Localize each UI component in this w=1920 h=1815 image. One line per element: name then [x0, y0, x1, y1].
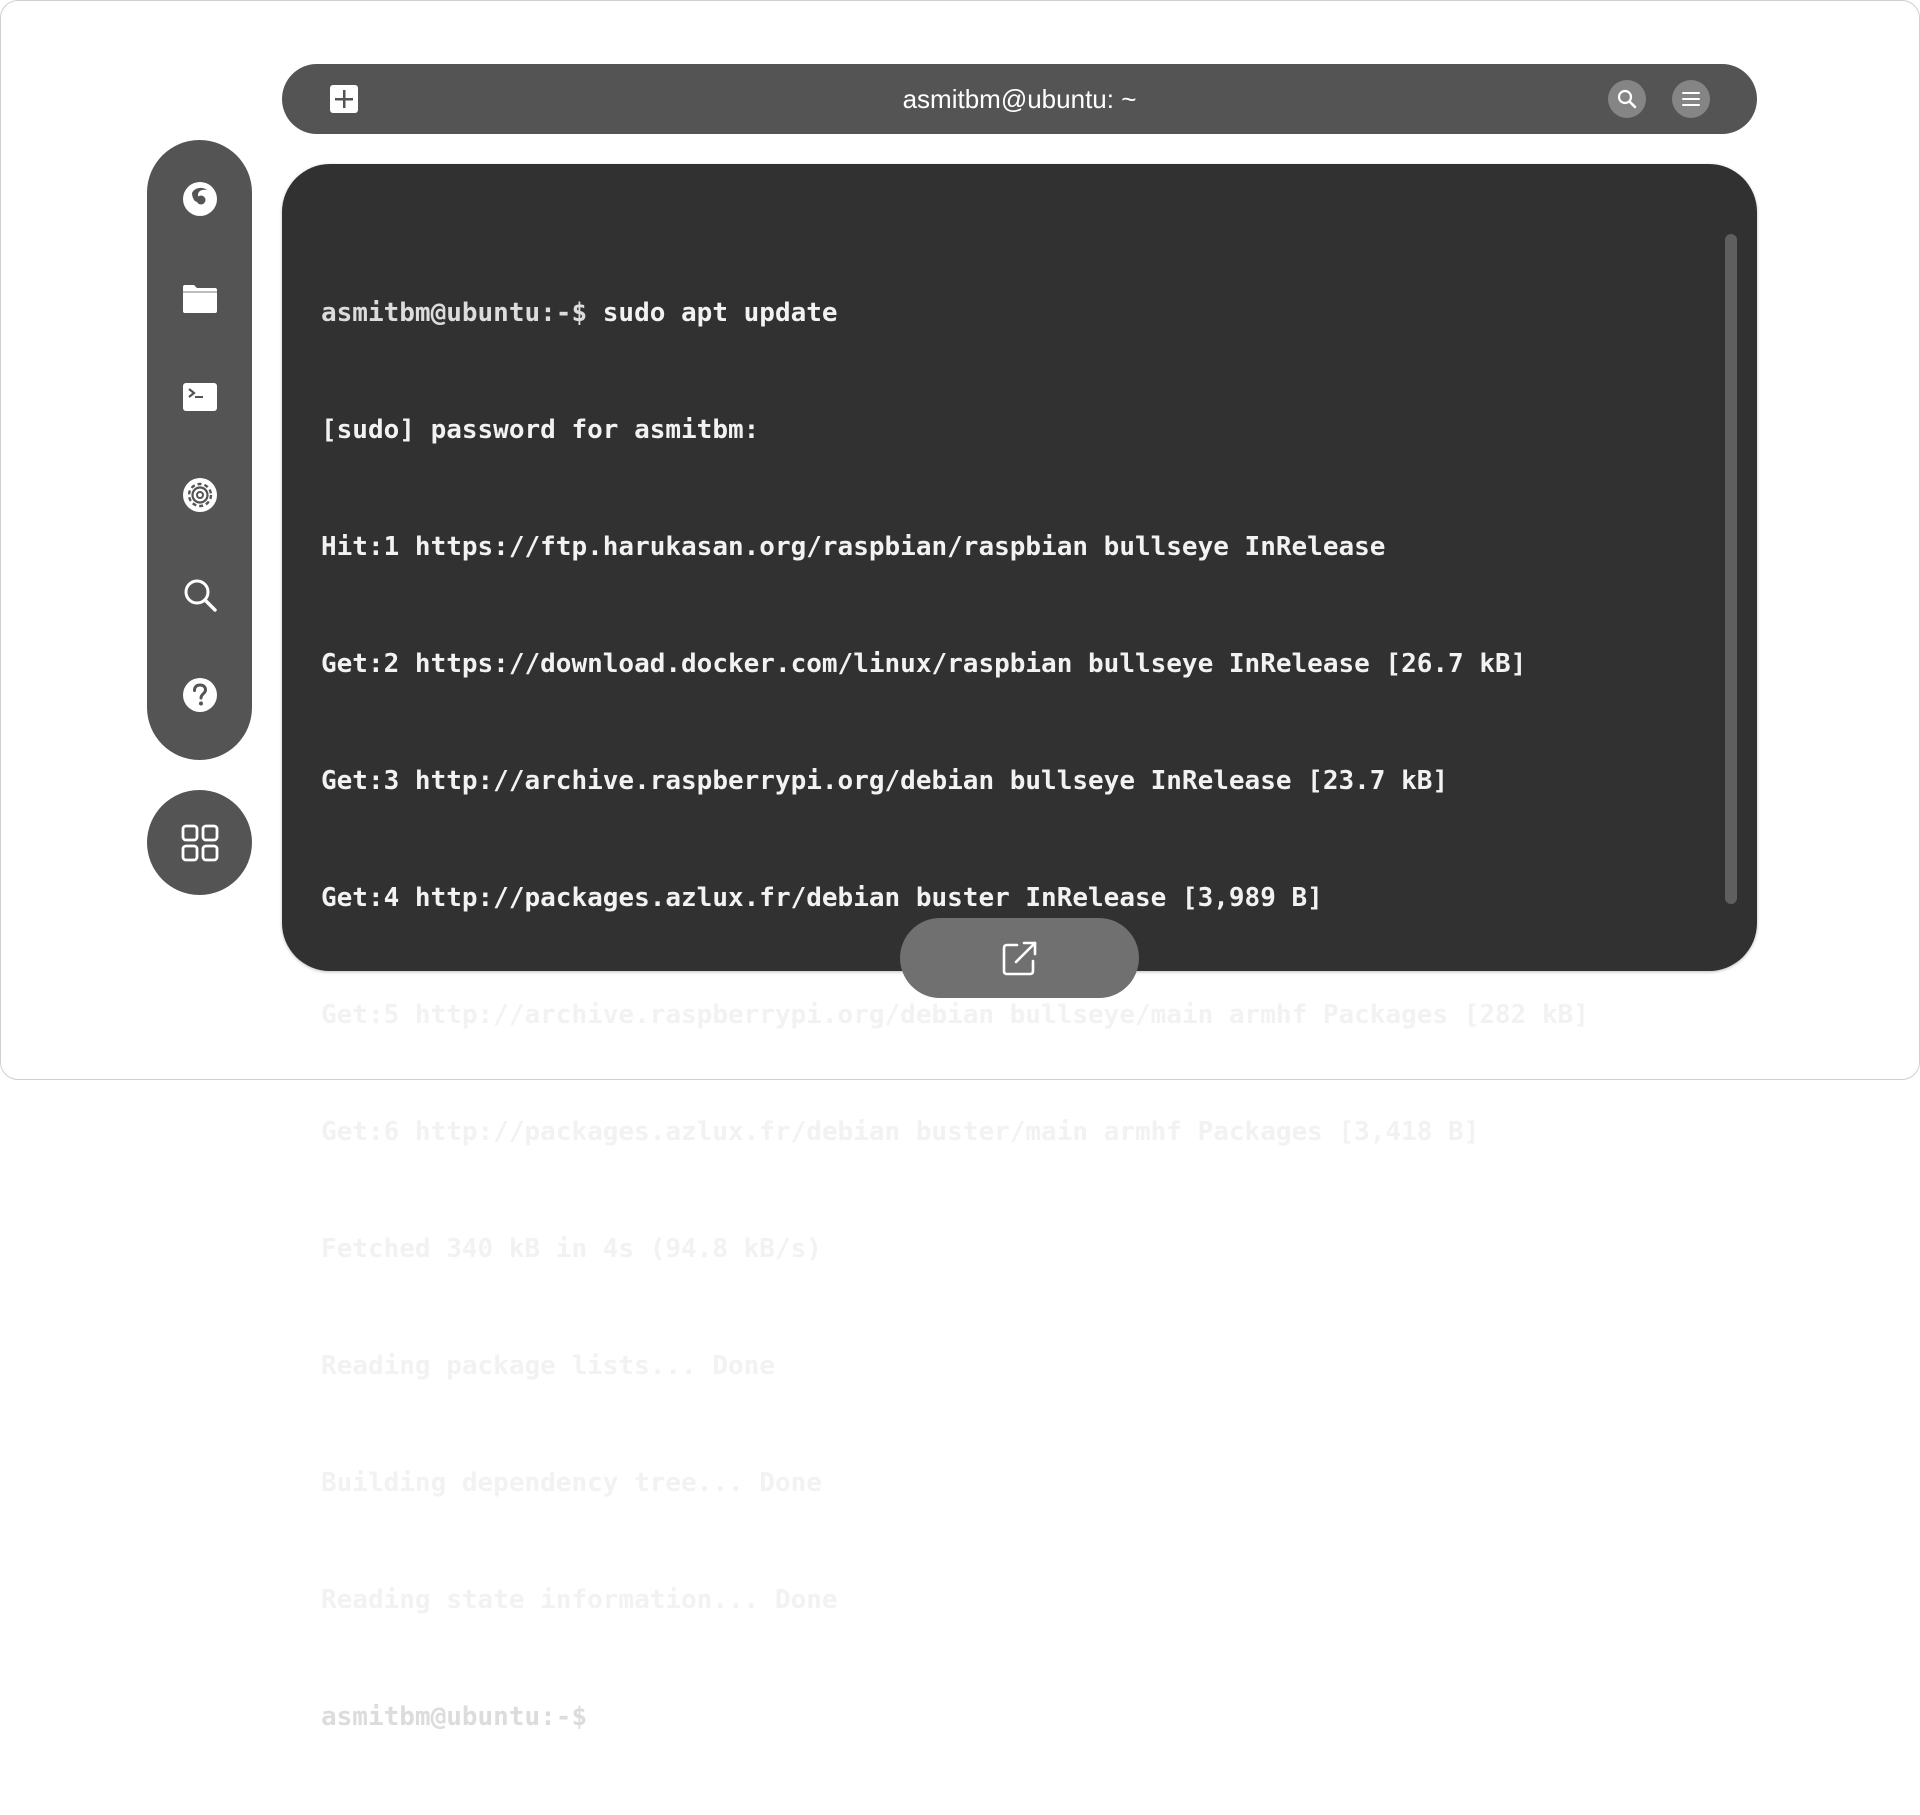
- output-line: Fetched 340 kB in 4s (94.8 kB/s): [321, 1234, 822, 1264]
- output-line: Get:5 http://archive.raspberrypi.org/deb…: [321, 1000, 1589, 1030]
- dock: [147, 140, 252, 760]
- new-tab-icon: [330, 85, 358, 113]
- command-line: asmitbm@ubuntu:-$ sudo apt update: [321, 294, 1589, 333]
- gear-icon: [183, 478, 217, 512]
- output-line: Get:2 https://download.docker.com/linux/…: [321, 649, 1527, 679]
- show-apps-button[interactable]: [147, 790, 252, 895]
- terminal-scrollbar[interactable]: [1725, 234, 1737, 904]
- terminal-icon: [183, 383, 217, 411]
- window-title: asmitbm@ubuntu: ~: [902, 84, 1137, 114]
- popout-button[interactable]: [900, 918, 1139, 998]
- dock-item-settings[interactable]: [173, 468, 227, 522]
- new-tab-button[interactable]: [329, 84, 359, 114]
- app-grid-icon: [181, 824, 218, 861]
- search-icon: [184, 579, 217, 612]
- output-line: Building dependency tree... Done: [321, 1468, 822, 1498]
- shell-prompt: asmitbm@ubuntu:-$: [321, 298, 588, 328]
- help-icon: [183, 678, 217, 712]
- terminal-output: asmitbm@ubuntu:-$ sudo apt update [sudo]…: [321, 216, 1589, 1815]
- headerbar-menu-button[interactable]: [1672, 80, 1710, 118]
- dock-item-search[interactable]: [173, 568, 227, 622]
- dock-item-help[interactable]: [173, 668, 227, 722]
- search-icon: [1617, 89, 1637, 109]
- output-line: Hit:1 https://ftp.harukasan.org/raspbian…: [321, 532, 1386, 562]
- output-line: Reading package lists... Done: [321, 1351, 775, 1381]
- output-line: Reading state information... Done: [321, 1585, 838, 1615]
- output-line: [sudo] password for asmitbm:: [321, 415, 760, 445]
- output-line: Get:4 http://packages.azlux.fr/debian bu…: [321, 883, 1323, 913]
- command-text: sudo apt update: [587, 298, 838, 328]
- output-line: Get:6 http://packages.azlux.fr/debian bu…: [321, 1117, 1480, 1147]
- dock-item-files[interactable]: [173, 272, 227, 326]
- terminal-view[interactable]: asmitbm@ubuntu:-$ sudo apt update [sudo]…: [282, 164, 1757, 1732]
- dock-item-terminal[interactable]: [173, 370, 227, 424]
- menu-icon: [1682, 92, 1700, 106]
- headerbar-search-button[interactable]: [1608, 80, 1646, 118]
- current-prompt: asmitbm@ubuntu:-$: [321, 1702, 588, 1732]
- output-line: Get:3 http://archive.raspberrypi.org/deb…: [321, 766, 1449, 796]
- headerbar: asmitbm@ubuntu: ~: [282, 64, 1757, 134]
- external-link-icon: [1002, 941, 1036, 976]
- window-frame: asmitbm@ubuntu: ~ asmitbm@ubuntu:-$ sudo…: [0, 0, 1920, 1732]
- firefox-icon: [183, 182, 217, 216]
- dock-item-firefox[interactable]: [173, 172, 227, 226]
- folder-icon: [183, 285, 217, 313]
